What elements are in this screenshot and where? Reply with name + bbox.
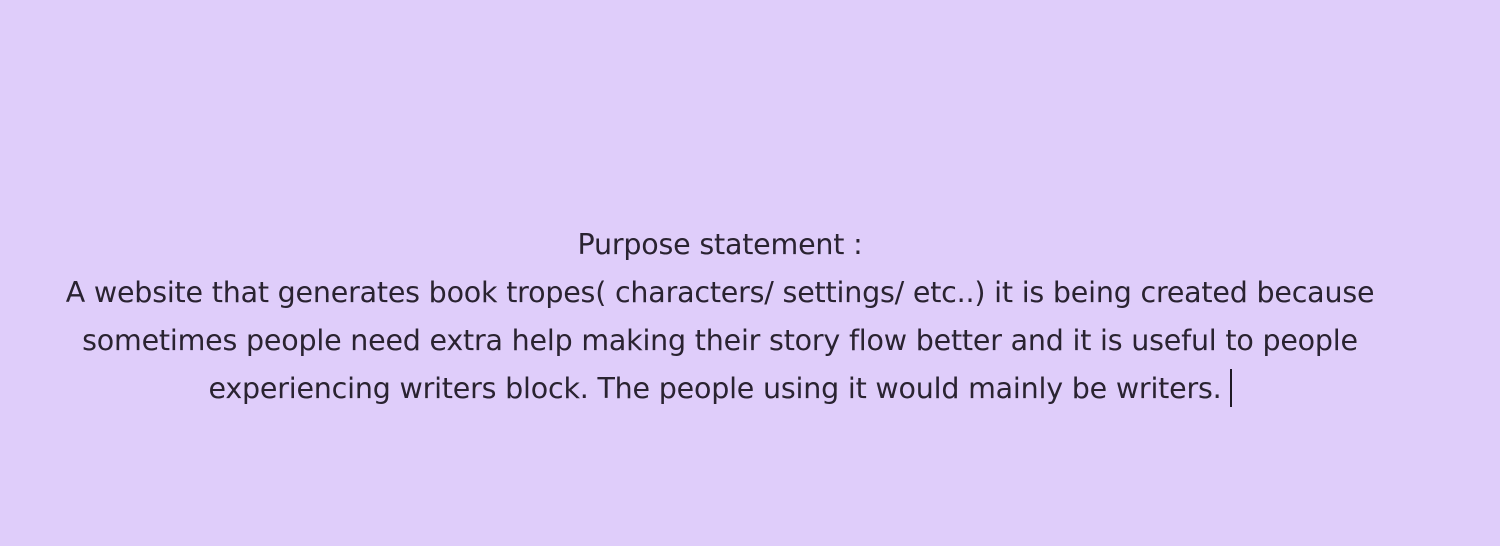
text-cursor xyxy=(1229,369,1232,407)
canvas: Purpose statement : A website that gener… xyxy=(0,0,1500,546)
purpose-heading: Purpose statement : xyxy=(577,228,863,261)
purpose-line-2: sometimes people need extra help making … xyxy=(82,324,1358,357)
purpose-text-box[interactable]: Purpose statement : A website that gener… xyxy=(0,221,1440,413)
purpose-line-3-text: experiencing writers block. The people u… xyxy=(208,372,1222,405)
purpose-line-3: experiencing writers block. The people u… xyxy=(0,365,1440,413)
purpose-line-1: A website that generates book tropes( ch… xyxy=(65,276,1375,309)
